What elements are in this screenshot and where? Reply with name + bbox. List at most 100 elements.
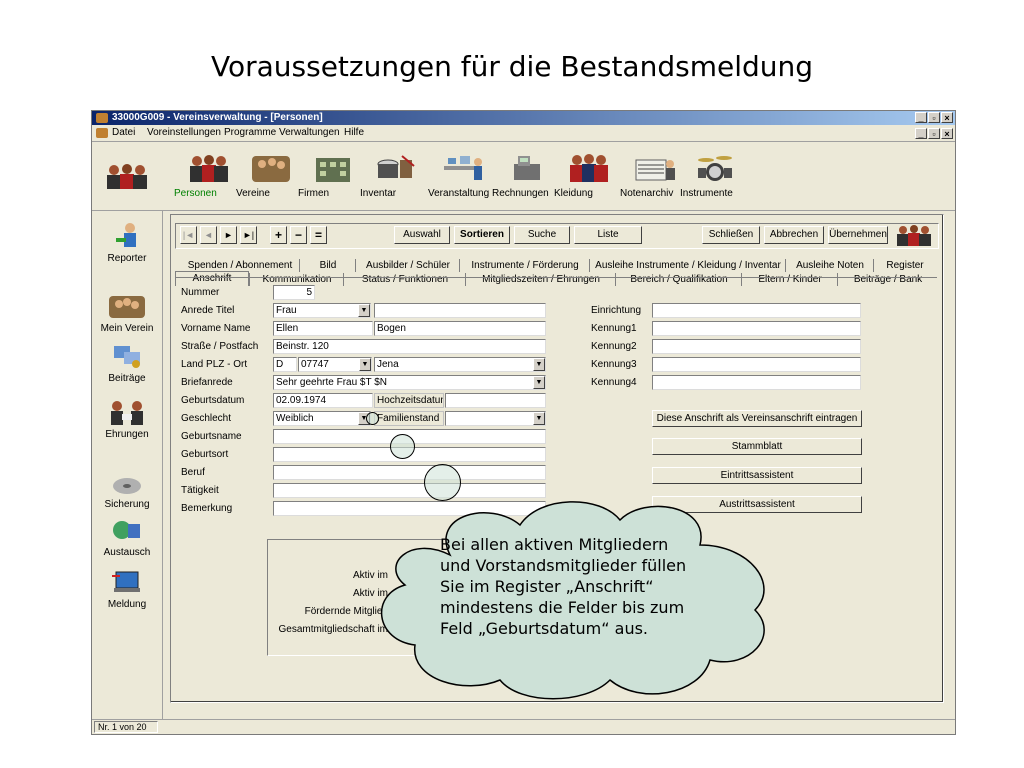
menu-voreinstellungen[interactable]: Voreinstellungen [147, 126, 221, 140]
child-minimize-button[interactable]: _ [915, 128, 927, 139]
anrede-select[interactable]: Frau [273, 303, 371, 318]
beruf-field[interactable] [273, 465, 546, 480]
iconbar-firmen[interactable]: Firmen [298, 152, 368, 199]
label-geburtsort: Geburtsort [181, 449, 229, 460]
left-sidebar: Reporter Mein Verein Beiträge Ehrungen S… [92, 210, 163, 720]
tab-ausbilder[interactable]: Ausbilder / Schüler [355, 259, 460, 272]
nummer-field[interactable]: 5 [273, 285, 315, 300]
suche-button[interactable]: Suche [514, 226, 570, 244]
label-kennung2: Kennung2 [591, 341, 637, 352]
window-title-bar: 33000G009 - Vereinsverwaltung - [Persone… [92, 111, 955, 125]
tab-ausleihe-noten[interactable]: Ausleihe Noten [785, 259, 874, 272]
liste-button[interactable]: Liste [574, 226, 642, 244]
tab-bild[interactable]: Bild [299, 259, 356, 272]
kennung1-field[interactable] [652, 321, 861, 336]
vorname-field[interactable]: Ellen [273, 321, 373, 336]
briefanrede-select[interactable]: Sehr geehrte Frau $T $N [273, 375, 546, 390]
land-field[interactable]: D [273, 357, 297, 372]
people-group-icon [102, 160, 152, 190]
sidebar-item-austausch[interactable]: Austausch [92, 516, 162, 558]
ort-select[interactable]: Jena [374, 357, 546, 372]
iconbar-veranstaltung[interactable]: Veranstaltung [428, 152, 498, 199]
child-maximize-button[interactable]: ▫ [928, 128, 940, 139]
label-bemerkung: Bemerkung [181, 503, 233, 514]
sidebar-item-beitraege[interactable]: Beiträge [92, 342, 162, 384]
eintrittsassistent-button[interactable]: Eintrittsassistent [652, 467, 862, 484]
label-kennung4: Kennung4 [591, 377, 637, 388]
iconbar-label: Kleidung [554, 188, 593, 199]
last-record-button[interactable]: ►| [240, 226, 257, 244]
delete-record-button[interactable]: − [290, 226, 307, 244]
einrichtung-field[interactable] [652, 303, 861, 318]
sidebar-item-ehrungen[interactable]: Ehrungen [92, 398, 162, 440]
titel-field[interactable] [374, 303, 546, 318]
menu-verwaltungen[interactable]: Verwaltungen [279, 126, 340, 140]
iconbar-label: Vereine [236, 188, 270, 199]
drum-icon [360, 152, 430, 184]
backup-icon [92, 468, 162, 496]
schliessen-button[interactable]: Schließen [702, 226, 760, 244]
minimize-button[interactable]: _ [915, 112, 927, 123]
stammblatt-button[interactable]: Stammblatt [652, 438, 862, 455]
iconbar-label: Notenarchiv [620, 188, 674, 199]
chevron-down-icon[interactable]: ▼ [533, 376, 545, 389]
familienstand-select[interactable] [445, 411, 546, 426]
first-record-button[interactable]: |◄ [180, 226, 197, 244]
strasse-field[interactable]: Beinstr. 120 [273, 339, 546, 354]
menu-hilfe[interactable]: Hilfe [344, 126, 364, 140]
geburtsdatum-field[interactable]: 02.09.1974 [273, 393, 373, 408]
club-icon [92, 292, 162, 320]
name-field[interactable]: Bogen [374, 321, 546, 336]
app-icon [96, 113, 108, 123]
chevron-down-icon[interactable]: ▼ [359, 358, 371, 371]
group-icon [236, 152, 306, 184]
sortieren-button[interactable]: Sortieren [454, 226, 510, 244]
label-nummer: Nummer [181, 287, 220, 298]
tab-register[interactable]: Register [873, 259, 936, 272]
cash-register-icon [492, 152, 562, 184]
iconbar-vereine[interactable]: Vereine [236, 152, 306, 199]
iconbar-instrumente[interactable]: Instrumente [680, 152, 750, 199]
callout-text: Bei allen aktiven Mitgliedern und Vorsta… [440, 535, 687, 638]
hochzeitsdatum-field[interactable] [445, 393, 546, 408]
honours-icon [92, 398, 162, 426]
menu-datei[interactable]: Datei [112, 126, 135, 140]
vereinsanschrift-button[interactable]: Diese Anschrift als Vereinsanschrift ein… [652, 410, 862, 427]
abbrechen-button[interactable]: Abbrechen [764, 226, 824, 244]
sidebar-item-meldung[interactable]: Meldung [92, 568, 162, 610]
uebernehmen-button[interactable]: Übernehmen [828, 226, 888, 244]
add-record-button[interactable]: + [270, 226, 287, 244]
sidebar-label: Sicherung [104, 499, 150, 510]
child-close-button[interactable]: × [941, 128, 953, 139]
tab-ausleihe-instrumente[interactable]: Ausleihe Instrumente / Kleidung / Invent… [589, 259, 786, 272]
iconbar-label: Personen [174, 188, 217, 199]
geschlecht-select[interactable]: Weiblich [273, 411, 371, 426]
sidebar-item-mein-verein[interactable]: Mein Verein [92, 292, 162, 334]
iconbar-rechnungen[interactable]: Rechnungen [492, 152, 562, 199]
kennung3-field[interactable] [652, 357, 861, 372]
iconbar-label: Veranstaltung [428, 188, 490, 199]
kennung4-field[interactable] [652, 375, 861, 390]
tab-instrumente-foerderung[interactable]: Instrumente / Förderung [459, 259, 590, 272]
previous-record-button[interactable]: ◄ [200, 226, 217, 244]
chevron-down-icon[interactable]: ▼ [358, 304, 370, 317]
label-vorname-name: Vorname Name [181, 323, 251, 334]
iconbar-kleidung[interactable]: Kleidung [554, 152, 624, 199]
chevron-down-icon[interactable]: ▼ [533, 412, 545, 425]
auswahl-button[interactable]: Auswahl [394, 226, 450, 244]
label-beruf: Beruf [181, 467, 205, 478]
label-geburtsdatum: Geburtsdatum [181, 395, 245, 406]
menu-programme[interactable]: Programme [224, 126, 276, 140]
close-button[interactable]: × [941, 112, 953, 123]
maximize-button[interactable]: ▫ [928, 112, 940, 123]
chevron-down-icon[interactable]: ▼ [533, 358, 545, 371]
sidebar-item-sicherung[interactable]: Sicherung [92, 468, 162, 510]
label-taetigkeit: Tätigkeit [181, 485, 219, 496]
iconbar-personen[interactable]: Personen [174, 152, 244, 199]
sidebar-item-reporter[interactable]: Reporter [92, 222, 162, 264]
iconbar-label: Inventar [360, 188, 397, 199]
equal-button[interactable]: = [310, 226, 327, 244]
iconbar-inventar[interactable]: Inventar [360, 152, 430, 199]
next-record-button[interactable]: ► [220, 226, 237, 244]
kennung2-field[interactable] [652, 339, 861, 354]
